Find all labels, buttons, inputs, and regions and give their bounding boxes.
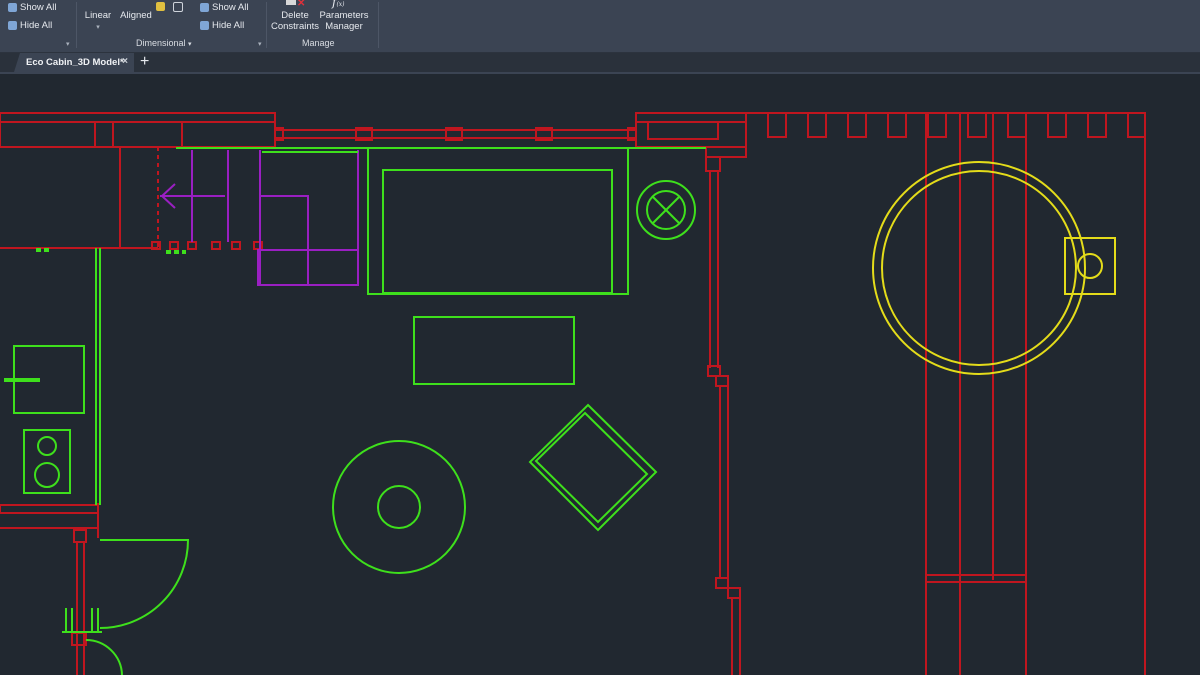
delete-x-icon: ✕ bbox=[297, 0, 306, 9]
fixture-box bbox=[1064, 237, 1116, 295]
show-all-icon bbox=[200, 3, 209, 12]
file-tab-bar: Eco Cabin_3D Model* × bbox=[0, 53, 1200, 72]
panel-expand-icon[interactable]: ▾ bbox=[258, 40, 262, 48]
hide-all-constraints-button[interactable]: Hide All bbox=[8, 20, 52, 31]
show-all-icon bbox=[8, 3, 17, 12]
hide-all-icon bbox=[8, 21, 17, 30]
door-swing bbox=[85, 639, 123, 675]
hide-all-label: Hide All bbox=[20, 20, 53, 31]
hide-all-dimensional-button[interactable]: Hide All bbox=[200, 20, 244, 31]
delete-icon bbox=[286, 0, 296, 5]
dimensional-group-label[interactable]: Dimensional ▾ bbox=[136, 38, 192, 48]
wall bbox=[0, 112, 276, 123]
hide-all-icon bbox=[200, 21, 209, 30]
stove bbox=[23, 429, 71, 494]
armchair bbox=[528, 403, 658, 532]
panel-expand-icon[interactable]: ▾ bbox=[66, 40, 70, 48]
show-all-label: Show All bbox=[20, 2, 57, 13]
manage-group-label: Manage bbox=[302, 38, 335, 48]
hide-all-label: Hide All bbox=[212, 20, 245, 31]
convert-dimension-icon[interactable] bbox=[173, 2, 183, 12]
linear-label: Linear bbox=[84, 10, 112, 21]
door-swing bbox=[99, 539, 190, 629]
tab-label: Eco Cabin_3D Model* bbox=[26, 57, 124, 68]
wall bbox=[0, 121, 276, 148]
stairs-layer bbox=[160, 150, 359, 286]
close-icon[interactable]: × bbox=[122, 56, 128, 67]
delete-constraints-button[interactable]: ✕ Delete Constraints bbox=[270, 0, 320, 32]
show-all-label: Show All bbox=[212, 2, 249, 13]
ribbon-separator bbox=[266, 2, 267, 48]
drawing-canvas[interactable] bbox=[0, 74, 1200, 675]
show-all-constraints-button[interactable]: Show All bbox=[8, 2, 56, 13]
new-tab-button[interactable]: + bbox=[140, 54, 149, 70]
show-all-dimensional-button[interactable]: Show All bbox=[200, 2, 248, 13]
ribbon-panel: Show All Hide All ▾ Linear ▾ Aligned Show… bbox=[0, 0, 1200, 53]
aligned-label: Aligned bbox=[120, 10, 152, 21]
file-tab-eco-cabin[interactable]: Eco Cabin_3D Model* × bbox=[14, 53, 134, 72]
function-icon: f(x) bbox=[332, 0, 345, 9]
furniture-layer bbox=[4, 147, 706, 675]
linear-dimension-button[interactable]: Linear ▾ bbox=[84, 10, 112, 33]
parameters-manager-button[interactable]: f(x) Parameters Manager bbox=[318, 0, 370, 32]
round-table bbox=[332, 440, 466, 574]
aligned-dimension-button[interactable]: Aligned bbox=[118, 10, 154, 21]
angular-dimension-icon[interactable] bbox=[156, 2, 165, 11]
ribbon-separator bbox=[76, 2, 77, 48]
ribbon-separator bbox=[378, 2, 379, 48]
round-fixture bbox=[872, 161, 1086, 375]
coffee-table bbox=[413, 316, 575, 385]
